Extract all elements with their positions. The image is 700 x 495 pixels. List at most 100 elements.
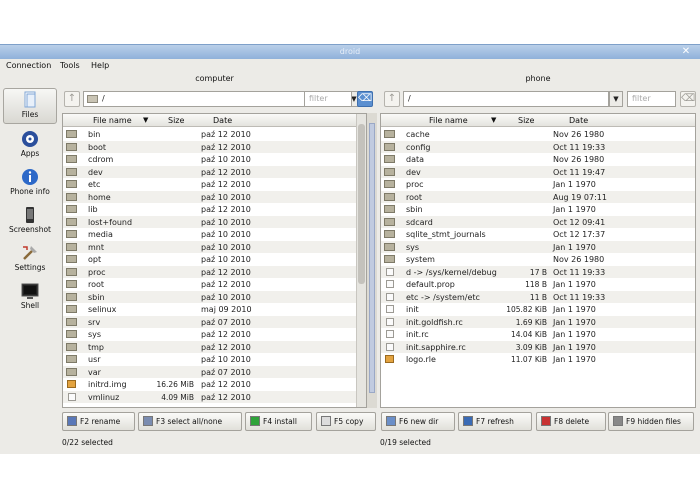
table-row[interactable]: init.sapphire.rc 3.09 KiB Jan 1 1970 <box>381 340 695 353</box>
menu-tools[interactable]: Tools <box>60 61 80 70</box>
table-row[interactable]: default.prop 118 B Jan 1 1970 <box>381 278 695 291</box>
sidebar-item-apps[interactable]: Apps <box>3 128 57 164</box>
right-filter-input[interactable]: filter <box>627 91 676 107</box>
file-date: paź 12 2010 <box>201 380 251 389</box>
table-row[interactable]: sbin Jan 1 1970 <box>381 203 695 216</box>
right-file-list[interactable]: File name ▼ Size Date cache Nov 26 1980 co… <box>380 113 696 408</box>
file-name: sbin <box>88 292 105 302</box>
sidebar-item-settings[interactable]: Settings <box>3 242 57 278</box>
table-row[interactable]: cdrom paź 10 2010 <box>63 153 366 166</box>
scroll-thumb[interactable] <box>358 124 365 284</box>
menu-help[interactable]: Help <box>91 61 109 70</box>
file-date: paź 10 2010 <box>201 230 251 239</box>
table-row[interactable]: dev paź 12 2010 <box>63 165 366 178</box>
table-row[interactable]: srv paź 07 2010 <box>63 315 366 328</box>
table-row[interactable]: proc Jan 1 1970 <box>381 178 695 191</box>
table-row[interactable]: var paź 07 2010 <box>63 365 366 378</box>
file-name: config <box>406 142 431 152</box>
folder-icon <box>384 217 395 226</box>
file-name: default.prop <box>406 280 455 289</box>
chevron-down-icon[interactable]: ▼ <box>609 91 623 107</box>
table-row[interactable]: system Nov 26 1980 <box>381 253 695 266</box>
file-size: 16.26 MiB <box>156 380 194 389</box>
file-name: root <box>406 192 423 202</box>
splitter-handle[interactable] <box>369 123 375 393</box>
delete-button[interactable]: F8 delete <box>536 412 606 431</box>
file-date: paź 12 2010 <box>201 205 251 214</box>
install-button[interactable]: F4 install <box>245 412 312 431</box>
table-row[interactable]: sdcard Oct 12 09:41 <box>381 215 695 228</box>
column-name[interactable]: File name <box>429 116 468 125</box>
table-row[interactable]: lost+found paź 10 2010 <box>63 215 366 228</box>
table-row[interactable]: sbin paź 10 2010 <box>63 290 366 303</box>
file-size: 11 B <box>529 292 547 302</box>
refresh-button[interactable]: F7 refresh <box>458 412 532 431</box>
table-row[interactable]: proc paź 12 2010 <box>63 265 366 278</box>
file-name: sdcard <box>406 217 433 227</box>
table-row[interactable]: etc -> /system/etc 11 B Oct 11 19:33 <box>381 290 695 303</box>
file-name: sbin <box>406 205 423 214</box>
table-row[interactable]: sqlite_stmt_journals Oct 12 17:37 <box>381 228 695 241</box>
file-date: paź 10 2010 <box>201 242 251 252</box>
table-row[interactable]: home paź 10 2010 <box>63 190 366 203</box>
table-row[interactable]: init.goldfish.rc 1.69 KiB Jan 1 1970 <box>381 315 695 328</box>
left-scrollbar[interactable] <box>356 114 366 407</box>
table-row[interactable]: opt paź 10 2010 <box>63 253 366 266</box>
left-filter-input[interactable]: filter <box>304 91 352 107</box>
menu-connection[interactable]: Connection <box>6 61 51 70</box>
table-row[interactable]: usr paź 10 2010 <box>63 353 366 366</box>
sidebar-item-files[interactable]: Files <box>3 88 57 124</box>
table-row[interactable]: root Aug 19 07:11 <box>381 190 695 203</box>
clear-filter-icon[interactable]: ⌫ <box>357 91 373 107</box>
folder-icon <box>66 330 77 338</box>
table-row[interactable]: dev Oct 11 19:47 <box>381 165 695 178</box>
column-name[interactable]: File name <box>93 116 132 125</box>
table-row[interactable]: init.rc 14.04 KiB Jan 1 1970 <box>381 328 695 341</box>
file-date: paź 10 2010 <box>201 355 251 364</box>
select-button[interactable]: F3 select all/none <box>138 412 242 431</box>
table-row[interactable]: config Oct 11 19:33 <box>381 140 695 153</box>
table-row[interactable]: media paź 10 2010 <box>63 228 366 241</box>
file-name: sqlite_stmt_journals <box>406 230 486 239</box>
column-size[interactable]: Size <box>168 116 184 125</box>
table-row[interactable]: data Nov 26 1980 <box>381 153 695 166</box>
up-dir-icon[interactable]: ↑ <box>384 91 400 107</box>
hidden-files-button[interactable]: F9 hidden files <box>608 412 694 431</box>
files-icon <box>24 91 36 108</box>
clear-filter-icon[interactable]: ⌫ <box>680 91 696 107</box>
table-row[interactable]: initrd.img 16.26 MiB paź 12 2010 <box>63 378 366 391</box>
column-size[interactable]: Size <box>518 116 534 125</box>
table-row[interactable]: d -> /sys/kernel/debug 17 B Oct 11 19:33 <box>381 265 695 278</box>
right-path-input[interactable]: / <box>403 91 609 107</box>
rename-button[interactable]: F2 rename <box>62 412 135 431</box>
sidebar-item-shell[interactable]: Shell <box>3 280 57 316</box>
table-row[interactable]: sys Jan 1 1970 <box>381 240 695 253</box>
column-date[interactable]: Date <box>213 116 232 125</box>
table-row[interactable]: etc paź 12 2010 <box>63 178 366 191</box>
table-row[interactable]: selinux maj 09 2010 <box>63 303 366 316</box>
table-row[interactable]: bin paź 12 2010 <box>63 128 366 141</box>
sidebar-item-screenshot[interactable]: Screenshot <box>3 204 57 240</box>
copy-button[interactable]: F5 copy <box>316 412 376 431</box>
table-row[interactable]: lib paź 12 2010 <box>63 203 366 216</box>
file-name: proc <box>88 267 106 277</box>
table-row[interactable]: sys paź 12 2010 <box>63 328 366 341</box>
table-row[interactable]: vmlinuz 4.09 MiB paź 12 2010 <box>63 390 366 403</box>
new-dir-button[interactable]: F6 new dir <box>381 412 455 431</box>
table-row[interactable]: tmp paź 12 2010 <box>63 340 366 353</box>
file-name: usr <box>88 355 101 364</box>
sidebar-item-phone-info[interactable]: Phone info <box>3 166 57 202</box>
close-icon[interactable]: ✕ <box>680 46 692 58</box>
table-row[interactable]: cache Nov 26 1980 <box>381 128 695 141</box>
file-icon <box>386 330 394 338</box>
pane-splitter[interactable] <box>367 113 377 408</box>
table-row[interactable]: mnt paź 10 2010 <box>63 240 366 253</box>
table-row[interactable]: root paź 12 2010 <box>63 278 366 291</box>
left-file-list[interactable]: File name ▼ Size Date bin paź 12 2010 boot… <box>62 113 367 408</box>
table-row[interactable]: init 105.82 KiB Jan 1 1970 <box>381 303 695 316</box>
column-date[interactable]: Date <box>569 116 588 125</box>
table-row[interactable]: boot paź 12 2010 <box>63 140 366 153</box>
up-dir-icon[interactable]: ↑ <box>64 91 80 107</box>
folder-icon <box>66 130 77 138</box>
table-row[interactable]: logo.rle 11.07 KiB Jan 1 1970 <box>381 353 695 366</box>
